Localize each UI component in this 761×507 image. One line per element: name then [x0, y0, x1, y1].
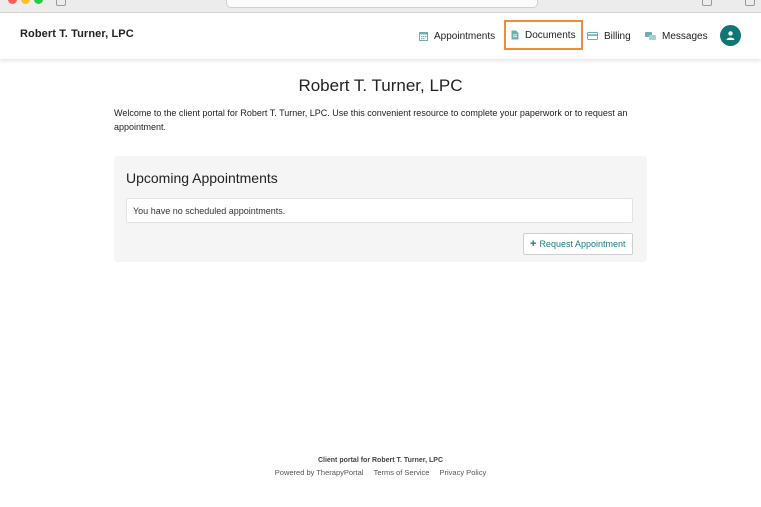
- request-appointment-label: Request Appointment: [539, 239, 626, 249]
- nav-messages-label: Messages: [662, 30, 708, 42]
- user-avatar[interactable]: [720, 25, 741, 46]
- upcoming-appointments-card: Upcoming Appointments You have no schedu…: [114, 156, 647, 262]
- plus-icon: +: [530, 238, 537, 250]
- user-icon: [726, 31, 735, 40]
- nav-messages[interactable]: Messages: [645, 24, 708, 48]
- privacy-link[interactable]: Privacy Policy: [440, 468, 487, 477]
- close-window-icon[interactable]: [8, 0, 17, 4]
- no-appointments-message: You have no scheduled appointments.: [126, 198, 633, 223]
- top-navbar: Robert T. Turner, LPC Appointments Docum…: [0, 13, 761, 59]
- calendar-icon: [419, 32, 428, 41]
- page-title: Robert T. Turner, LPC: [298, 76, 463, 95]
- welcome-text: Welcome to the client portal for Robert …: [114, 108, 628, 132]
- brand-name[interactable]: Robert T. Turner, LPC: [20, 28, 134, 40]
- nav-documents-label: Documents: [525, 29, 576, 41]
- chat-icon: [645, 31, 656, 40]
- minimize-window-icon[interactable]: [21, 0, 30, 4]
- terms-link[interactable]: Terms of Service: [374, 468, 430, 477]
- sidebar-toggle-icon[interactable]: [56, 0, 66, 6]
- document-icon: [511, 30, 519, 40]
- browser-toolbar: [0, 0, 761, 13]
- card-heading: Upcoming Appointments: [126, 170, 278, 186]
- tabs-icon[interactable]: [745, 0, 755, 6]
- nav-appointments[interactable]: Appointments: [419, 24, 495, 48]
- share-icon[interactable]: [702, 0, 712, 6]
- powered-by-link[interactable]: Powered by TherapyPortal: [275, 468, 364, 477]
- footer-caption: Client portal for Robert T. Turner, LPC: [317, 457, 444, 464]
- nav-billing-label: Billing: [604, 30, 631, 42]
- nav-appointments-label: Appointments: [434, 30, 496, 42]
- address-bar[interactable]: [226, 0, 538, 8]
- nav-billing[interactable]: Billing: [587, 24, 631, 48]
- nav-documents[interactable]: Documents: [504, 20, 583, 50]
- zoom-window-icon[interactable]: [34, 0, 43, 4]
- footer-links: Powered by TherapyPortal Terms of Servic…: [0, 468, 761, 477]
- request-appointment-button[interactable]: + Request Appointment: [523, 233, 633, 255]
- credit-card-icon: [587, 32, 598, 40]
